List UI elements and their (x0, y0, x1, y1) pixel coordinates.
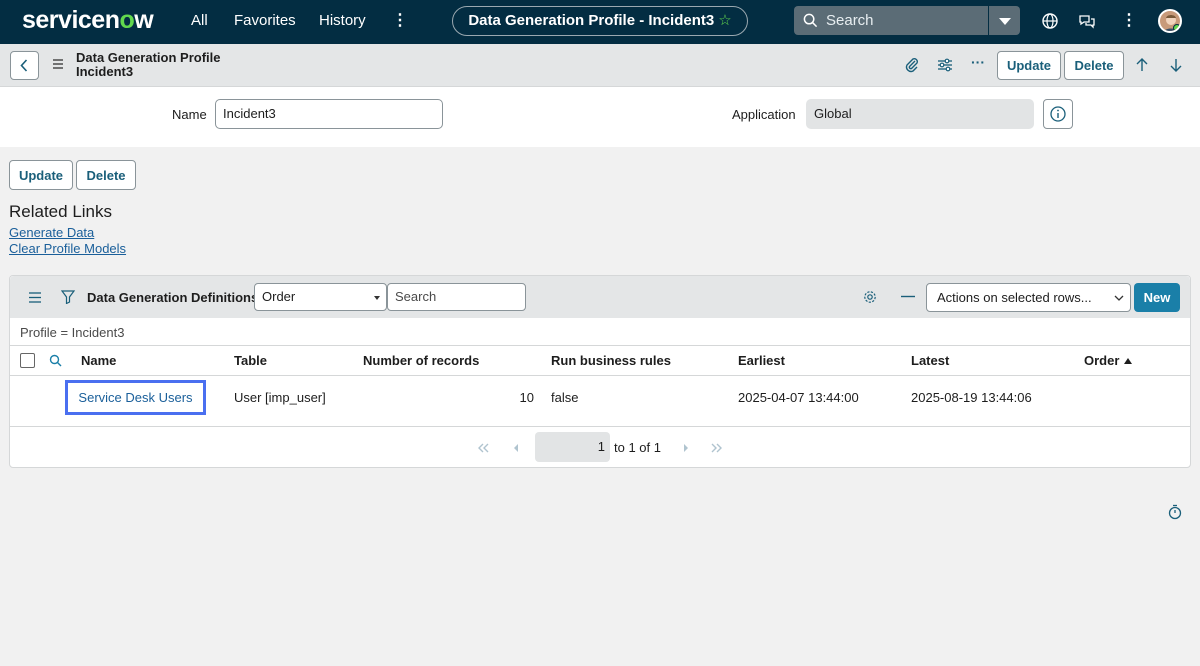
arrow-down-icon[interactable] (1167, 56, 1185, 74)
divider (10, 426, 1190, 427)
related-list-header: Data Generation Definitions Order Search… (10, 276, 1190, 318)
related-list: Data Generation Definitions Order Search… (9, 275, 1191, 468)
search-icon (803, 13, 818, 28)
pager-text: to 1 of 1 (614, 440, 661, 455)
next-page-icon[interactable] (677, 440, 693, 456)
top-navigation-bar: servicenow All Favorites History ⋮ Data … (0, 0, 1200, 44)
nav-all[interactable]: All (191, 12, 208, 29)
arrow-up-icon[interactable] (1133, 56, 1151, 74)
avatar[interactable] (1158, 9, 1182, 33)
form-fields: Name Incident3 Application Global (0, 87, 1200, 147)
column-header-order[interactable]: Order (1084, 353, 1119, 368)
divider (10, 345, 1190, 346)
divider (10, 375, 1190, 376)
paperclip-icon[interactable] (903, 56, 921, 74)
column-header-run-business-rules[interactable]: Run business rules (551, 353, 671, 368)
search-field-select[interactable]: Order (254, 283, 387, 311)
column-header-latest[interactable]: Latest (911, 353, 949, 368)
search-field-value: Order (262, 289, 296, 304)
context-menu-icon[interactable] (52, 58, 64, 70)
header-update-button[interactable]: Update (997, 51, 1061, 80)
cell-earliest: 2025-04-07 13:44:00 (738, 390, 859, 405)
info-icon (1050, 106, 1066, 122)
search-placeholder: Search (826, 12, 874, 29)
name-label: Name (172, 107, 207, 122)
cell-run-business-rules: false (551, 390, 579, 405)
chevron-down-icon (374, 296, 380, 300)
related-list-title: Data Generation Definitions (87, 290, 259, 305)
sort-ascending-icon (1124, 358, 1132, 364)
list-search-input[interactable]: Search (387, 283, 526, 311)
first-page-icon[interactable] (475, 440, 491, 456)
name-field[interactable]: Incident3 (215, 99, 443, 129)
page-title-pill[interactable]: Data Generation Profile - Incident3 ☆ (452, 6, 748, 36)
more-actions-icon[interactable]: ··· (971, 54, 989, 72)
cell-number-of-records: 10 (519, 390, 534, 405)
form-title: Data Generation Profile Incident3 (76, 51, 220, 79)
header-delete-button[interactable]: Delete (1064, 51, 1124, 80)
form-header: Data Generation Profile Incident3 ··· Up… (0, 44, 1200, 87)
stopwatch-icon[interactable] (1167, 504, 1183, 520)
delete-button[interactable]: Delete (76, 160, 136, 190)
online-status-icon (1173, 24, 1180, 31)
search-icon[interactable] (49, 354, 62, 367)
breadcrumb[interactable]: Profile = Incident3 (20, 325, 124, 340)
actions-on-selected-rows-select[interactable]: Actions on selected rows... (926, 283, 1131, 312)
form-title-line1: Data Generation Profile (76, 50, 221, 65)
servicenow-logo[interactable]: servicenow (22, 6, 154, 35)
nav-history[interactable]: History (319, 12, 366, 29)
actions-select-value: Actions on selected rows... (937, 290, 1092, 305)
global-search-input[interactable]: Search (794, 6, 988, 35)
column-header-earliest[interactable]: Earliest (738, 353, 785, 368)
column-header-number-of-records[interactable]: Number of records (363, 353, 479, 368)
info-button[interactable] (1043, 99, 1073, 129)
column-header-table[interactable]: Table (234, 353, 267, 368)
select-all-checkbox[interactable] (20, 353, 35, 368)
column-header-name[interactable]: Name (81, 353, 116, 368)
more-menu-icon[interactable]: ⋮ (392, 10, 408, 30)
new-button[interactable]: New (1134, 283, 1180, 312)
list-menu-icon[interactable] (29, 292, 41, 303)
related-links-title: Related Links (9, 202, 113, 221)
application-field: Global (806, 99, 1034, 129)
form-title-line2: Incident3 (76, 64, 134, 79)
globe-icon[interactable] (1041, 12, 1059, 30)
cell-latest: 2025-08-19 13:44:06 (911, 390, 1032, 405)
previous-page-icon[interactable] (509, 440, 525, 456)
chevron-down-icon (1114, 295, 1124, 301)
search-scope-dropdown[interactable] (988, 6, 1020, 35)
page-title: Data Generation Profile - Incident3 (468, 12, 715, 29)
chat-icon[interactable] (1078, 12, 1096, 30)
update-button[interactable]: Update (9, 160, 73, 190)
nav-favorites[interactable]: Favorites (234, 12, 296, 29)
application-label: Application (732, 107, 796, 122)
record-name-link[interactable]: Service Desk Users (65, 380, 206, 415)
collapse-icon[interactable] (901, 295, 915, 298)
generate-data-link[interactable]: Generate Data (9, 225, 94, 240)
back-button[interactable] (10, 51, 39, 80)
cell-table: User [imp_user] (234, 390, 326, 405)
star-icon[interactable]: ☆ (718, 12, 731, 29)
clear-profile-models-link[interactable]: Clear Profile Models (9, 241, 126, 256)
settings-sliders-icon[interactable] (936, 56, 954, 74)
gear-icon[interactable] (863, 290, 877, 304)
filter-icon[interactable] (61, 290, 75, 304)
overflow-menu-icon[interactable]: ⋮ (1121, 10, 1137, 30)
last-page-icon[interactable] (709, 440, 725, 456)
chevron-left-icon (20, 59, 28, 72)
page-number-input[interactable]: 1 (535, 432, 610, 462)
